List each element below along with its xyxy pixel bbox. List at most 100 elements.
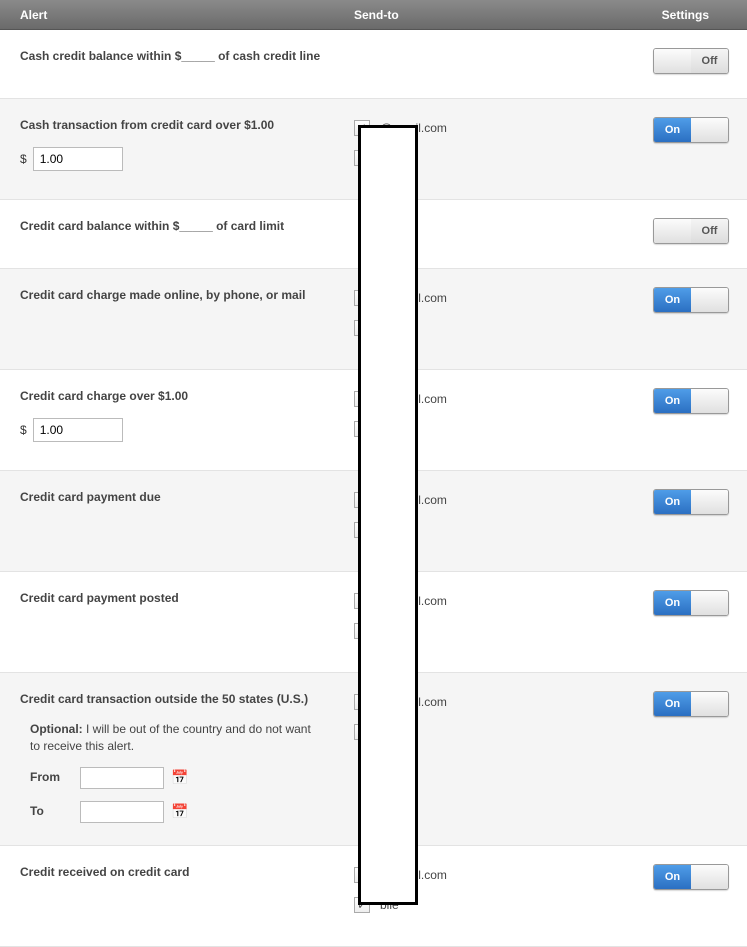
toggle-cash-tx[interactable]: On (653, 117, 729, 143)
sendto-email-text: @gmail.com (380, 121, 447, 135)
sendto-email-text: @gmail.com (380, 594, 447, 608)
sendto-mobile-row: bile (354, 721, 620, 743)
alert-row-cash-balance: Cash credit balance within $_____ of cas… (0, 30, 747, 99)
alert-row-cc-posted: Credit card payment posted @gmail.com bile… (0, 572, 747, 673)
settings-cell: On (620, 864, 747, 924)
checkbox-mobile-cash-tx[interactable] (354, 150, 370, 166)
settings-cell: On (620, 388, 747, 448)
sendto-cell: @gmail.combile (350, 489, 620, 549)
alert-cell: Credit card charge over $1.00$ (0, 388, 350, 448)
checkbox-email-cash-tx[interactable] (354, 120, 370, 136)
alert-row-cash-tx: Cash transaction from credit card over $… (0, 99, 747, 200)
calendar-icon[interactable]: 📅 (172, 770, 188, 786)
alert-title: Credit card payment due (20, 489, 330, 505)
alert-title: Credit card transaction outside the 50 s… (20, 691, 330, 707)
checkbox-email-cc-due[interactable] (354, 492, 370, 508)
sendto-mobile-text: bile (380, 624, 399, 638)
toggle-cc-posted[interactable]: On (653, 590, 729, 616)
alert-title: Cash credit balance within $_____ of cas… (20, 48, 330, 64)
dollar-sign: $ (20, 152, 27, 166)
checkbox-mobile-cc-due[interactable] (354, 522, 370, 538)
header-settings: Settings (620, 8, 747, 22)
toggle-off-label: Off (691, 219, 728, 243)
sendto-mobile-text: bile (380, 725, 399, 739)
sendto-mobile-row: bile (354, 317, 620, 339)
sendto-email-row: @gmail.com (354, 388, 620, 410)
amount-field: $ (20, 147, 330, 171)
sendto-email-row: @gmail.com (354, 691, 620, 713)
toggle-on-label: On (654, 865, 691, 889)
table-header: Alert Send-to Settings (0, 0, 747, 30)
dollar-sign: $ (20, 423, 27, 437)
toggle-on-label: On (654, 288, 691, 312)
from-label: From (30, 769, 72, 786)
sendto-cell: @gmail.com bile (350, 864, 620, 924)
alert-cell: Cash transaction from credit card over $… (0, 117, 350, 177)
alert-cell: Credit card charge made online, by phone… (0, 287, 350, 347)
sendto-mobile-text: bile (380, 321, 399, 335)
settings-cell: On (620, 287, 747, 347)
checkbox-email-cc-credit[interactable] (354, 867, 370, 883)
settings-cell: On (620, 691, 747, 823)
sendto-cell: @gmail.com bile (350, 117, 620, 177)
to-label: To (30, 803, 72, 820)
amount-input-cash-tx[interactable] (33, 147, 123, 171)
toggle-on-label: On (654, 389, 691, 413)
alert-cell: Credit card payment due (0, 489, 350, 549)
alert-row-cc-due: Credit card payment due @gmail.combile On (0, 471, 747, 572)
alert-title: Cash transaction from credit card over $… (20, 117, 330, 133)
sendto-cell: @gmail.combile (350, 388, 620, 448)
alert-title: Credit card charge made online, by phone… (20, 287, 330, 303)
toggle-cc-over[interactable]: On (653, 388, 729, 414)
settings-cell: Off (620, 48, 747, 76)
alert-row-cc-balance: Credit card balance within $_____ of car… (0, 200, 747, 269)
sendto-cell: @gmail.com bile (350, 691, 620, 823)
calendar-icon[interactable]: 📅 (172, 804, 188, 820)
checkbox-mobile-cc-outside[interactable] (354, 724, 370, 740)
sendto-email-text: @gmail.com (380, 695, 447, 709)
toggle-on-label: On (654, 490, 691, 514)
sendto-mobile-row: bile (354, 147, 620, 169)
alert-cell: Credit card balance within $_____ of car… (0, 218, 350, 246)
toggle-off-label: Off (691, 49, 728, 73)
toggle-slider (691, 865, 728, 889)
sendto-mobile-text: bile (380, 151, 399, 165)
toggle-slider (691, 591, 728, 615)
sendto-email-text: @gmail.com (380, 392, 447, 406)
toggle-cc-outside[interactable]: On (653, 691, 729, 717)
checkbox-email-cc-over[interactable] (354, 391, 370, 407)
toggle-cc-balance[interactable]: Off (653, 218, 729, 244)
toggle-slider (691, 490, 728, 514)
toggle-slider (691, 692, 728, 716)
toggle-slider (691, 389, 728, 413)
alert-cell: Cash credit balance within $_____ of cas… (0, 48, 350, 76)
sendto-email-row: @gmail.com (354, 864, 620, 886)
to-date-input[interactable] (80, 801, 164, 823)
toggle-slider (654, 49, 691, 73)
checkbox-mobile-cc-posted[interactable] (354, 623, 370, 639)
sendto-email-text: @gmail.com (380, 291, 447, 305)
sendto-email-row: @gmail.com (354, 117, 620, 139)
alert-cell: Credit card payment posted (0, 590, 350, 650)
toggle-cc-online[interactable]: On (653, 287, 729, 313)
checkbox-mobile-cc-over[interactable] (354, 421, 370, 437)
checkbox-mobile-cc-credit[interactable] (354, 897, 370, 913)
header-alert: Alert (0, 8, 350, 22)
checkbox-email-cc-online[interactable] (354, 290, 370, 306)
settings-cell: On (620, 489, 747, 549)
amount-input-cc-over[interactable] (33, 418, 123, 442)
alert-cell: Credit received on credit card (0, 864, 350, 924)
toggle-cash-balance[interactable]: Off (653, 48, 729, 74)
toggle-cc-credit[interactable]: On (653, 864, 729, 890)
from-date-input[interactable] (80, 767, 164, 789)
alert-row-cc-outside: Credit card transaction outside the 50 s… (0, 673, 747, 846)
checkbox-email-cc-posted[interactable] (354, 593, 370, 609)
toggle-cc-due[interactable]: On (653, 489, 729, 515)
sendto-mobile-row: bile (354, 894, 620, 916)
checkbox-email-cc-outside[interactable] (354, 694, 370, 710)
header-sendto: Send-to (350, 8, 620, 22)
sendto-cell (350, 218, 620, 246)
checkbox-mobile-cc-online[interactable] (354, 320, 370, 336)
alert-row-cc-online: Credit card charge made online, by phone… (0, 269, 747, 370)
optional-block: Optional: I will be out of the country a… (20, 721, 330, 823)
